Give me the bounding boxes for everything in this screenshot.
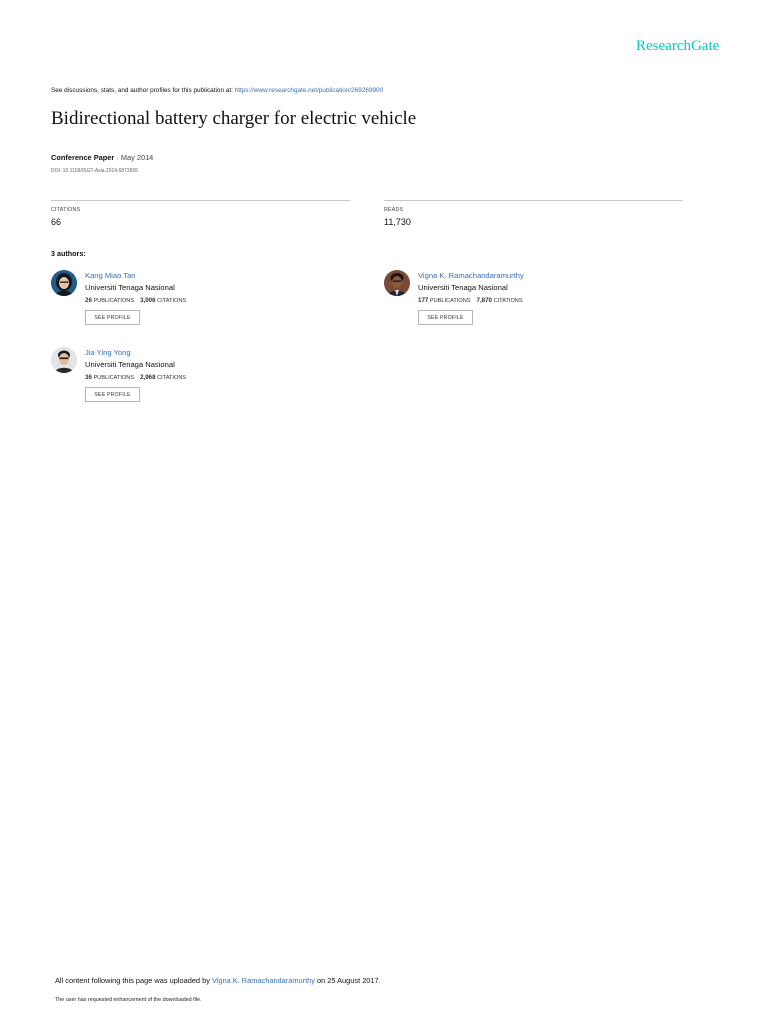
author-card: Jia Ying Yong Universiti Tenaga Nasional… — [51, 347, 351, 417]
publication-type: Conference Paper — [51, 153, 115, 162]
see-profile-button[interactable]: SEE PROFILE — [418, 310, 473, 325]
see-profile-button[interactable]: SEE PROFILE — [85, 310, 140, 325]
author-stats: 177 PUBLICATIONS 7,870 CITATIONS — [418, 297, 523, 304]
citations-label: CITATIONS — [51, 207, 81, 213]
enhancement-note: The user has requested enhancement of th… — [55, 997, 202, 1003]
person-photo-icon — [384, 270, 410, 296]
author-citations-count: 3,006 — [140, 297, 156, 304]
author-publications-label: PUBLICATIONS — [429, 298, 471, 304]
publication-title: Bidirectional battery charger for electr… — [51, 108, 417, 129]
author-card: Kang Miao Tan Universiti Tenaga Nasional… — [51, 270, 351, 340]
authors-heading: 3 authors: — [51, 249, 86, 258]
author-card: Vigna K. Ramachandaramurthy Universiti T… — [384, 270, 684, 340]
author-publications-label: PUBLICATIONS — [93, 375, 135, 381]
author-institution: Universiti Tenaga Nasional — [418, 283, 508, 292]
author-stats: 36 PUBLICATIONS 2,968 CITATIONS — [85, 374, 186, 381]
reads-label: READS — [384, 207, 404, 213]
author-citations-label: CITATIONS — [157, 298, 187, 304]
author-avatar[interactable] — [51, 270, 77, 296]
upload-prefix: All content following this page was uplo… — [55, 976, 212, 985]
reads-value: 11,730 — [384, 217, 411, 227]
researchgate-logo[interactable]: ResearchGate — [636, 38, 719, 55]
publication-type-line: Conference Paper · May 2014 — [51, 153, 153, 162]
upload-notice: All content following this page was uplo… — [55, 976, 381, 985]
author-avatar[interactable] — [384, 270, 410, 296]
author-stats: 26 PUBLICATIONS 3,006 CITATIONS — [85, 297, 186, 304]
upload-suffix: on 25 August 2017. — [314, 976, 381, 985]
author-name-link[interactable]: Jia Ying Yong — [85, 348, 131, 357]
uploader-link[interactable]: Vigna K. Ramachandaramurthy — [212, 976, 315, 985]
author-avatar[interactable] — [51, 347, 77, 373]
author-name-link[interactable]: Kang Miao Tan — [85, 271, 136, 280]
author-citations-label: CITATIONS — [157, 375, 187, 381]
author-name-link[interactable]: Vigna K. Ramachandaramurthy — [418, 271, 524, 280]
citations-divider — [51, 200, 350, 201]
author-publications-count: 36 — [85, 374, 92, 381]
author-institution: Universiti Tenaga Nasional — [85, 360, 175, 369]
discussion-line: See discussions, stats, and author profi… — [51, 87, 383, 94]
citations-value: 66 — [51, 217, 62, 227]
author-institution: Universiti Tenaga Nasional — [85, 283, 175, 292]
author-publications-count: 177 — [418, 297, 429, 304]
author-publications-count: 26 — [85, 297, 92, 304]
publication-doi: DOI: 10.1109/ISGT-Asia.2014.6873826 — [51, 168, 138, 174]
author-publications-label: PUBLICATIONS — [93, 298, 135, 304]
person-photo-icon — [51, 347, 77, 373]
publication-date: · May 2014 — [114, 153, 154, 162]
discussion-prefix: See discussions, stats, and author profi… — [51, 87, 235, 94]
see-profile-button[interactable]: SEE PROFILE — [85, 387, 140, 402]
person-photo-icon — [51, 270, 77, 296]
publication-url-link[interactable]: https://www.researchgate.net/publication… — [235, 87, 384, 94]
author-citations-label: CITATIONS — [493, 298, 523, 304]
reads-divider — [384, 200, 683, 201]
author-citations-count: 2,968 — [140, 374, 156, 381]
author-citations-count: 7,870 — [476, 297, 492, 304]
